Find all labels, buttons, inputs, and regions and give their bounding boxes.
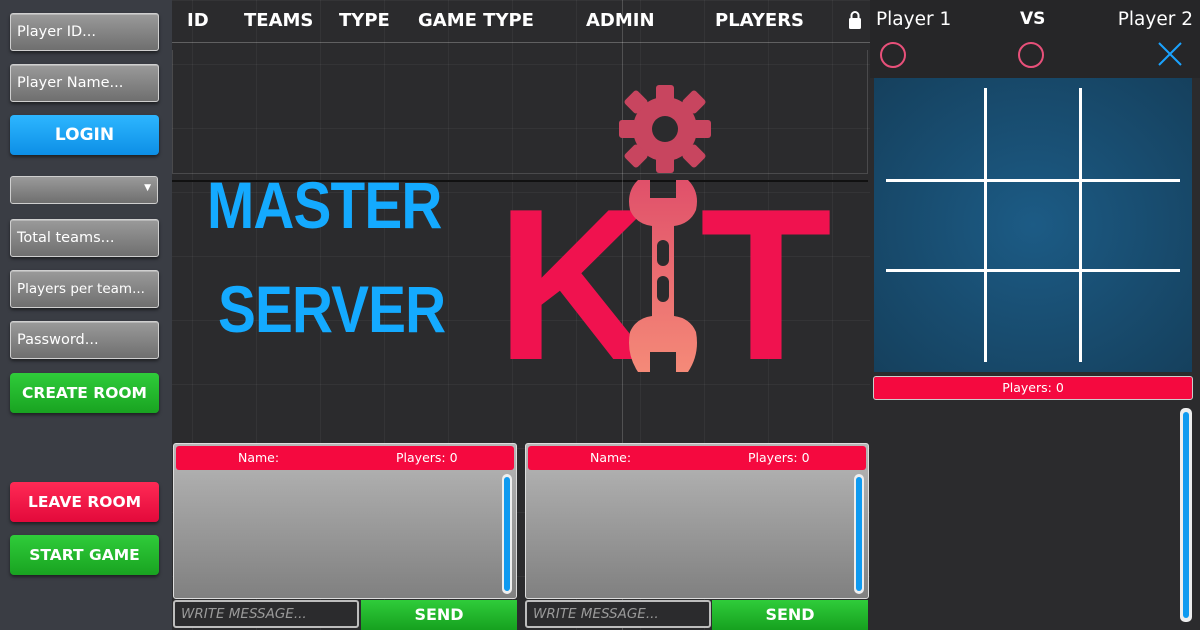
circle-icon	[1018, 42, 1044, 68]
scroll-thumb[interactable]	[504, 477, 510, 591]
column-players[interactable]: PLAYERS	[715, 10, 804, 31]
players-scrollbar[interactable]	[1180, 408, 1192, 622]
chat-panel-1: Name: Players: 0	[173, 443, 517, 599]
scroll-thumb[interactable]	[856, 477, 862, 591]
board-grid-line	[886, 179, 1180, 182]
column-teams[interactable]: TEAMS	[244, 10, 313, 31]
board-grid-line	[984, 88, 987, 362]
column-type[interactable]: TYPE	[339, 10, 390, 31]
logo-kit-letter-t: T	[700, 163, 832, 405]
chat-players-label: Players: 0	[396, 450, 458, 465]
room-type-dropdown[interactable]: ▼	[10, 176, 158, 204]
room-list[interactable]	[172, 50, 868, 174]
vs-label: VS	[1020, 9, 1046, 29]
player1-label: Player 1	[876, 9, 952, 30]
tic-tac-toe-board[interactable]	[874, 78, 1192, 372]
cross-icon[interactable]	[1156, 40, 1184, 68]
message-input-2[interactable]: WRITE MESSAGE...	[525, 600, 711, 628]
player-id-field[interactable]: Player ID...	[10, 13, 159, 51]
game-header: Player 1 VS Player 2	[870, 0, 1200, 78]
chat-name-label: Name:	[238, 450, 280, 465]
chat-players-label: Players: 0	[748, 450, 810, 465]
message-input-1[interactable]: WRITE MESSAGE...	[173, 600, 359, 628]
column-id[interactable]: ID	[187, 10, 209, 31]
total-teams-field[interactable]: Total teams...	[10, 219, 159, 257]
chat-scrollbar[interactable]	[854, 474, 864, 594]
sidebar: Player ID... Player Name... LOGIN ▼ Tota…	[0, 0, 172, 630]
scroll-thumb[interactable]	[1183, 412, 1189, 618]
gear-icon	[619, 85, 711, 173]
room-table-header: ID TEAMS TYPE GAME TYPE ADMIN PLAYERS	[172, 0, 870, 42]
chevron-down-icon: ▼	[144, 183, 151, 193]
column-admin[interactable]: ADMIN	[586, 10, 655, 31]
create-room-button[interactable]: CREATE ROOM	[10, 373, 159, 413]
chat-scrollbar[interactable]	[502, 474, 512, 594]
send-button-2[interactable]: SEND	[712, 600, 868, 630]
start-game-button[interactable]: START GAME	[10, 535, 159, 575]
password-field[interactable]: Password...	[10, 321, 159, 359]
player-name-field[interactable]: Player Name...	[10, 64, 159, 102]
send-button-1[interactable]: SEND	[361, 600, 517, 630]
player2-label: Player 2	[1117, 9, 1193, 30]
players-count-bar: Players: 0	[873, 376, 1193, 400]
chat-name-label: Name:	[590, 450, 632, 465]
chat-panel-2: Name: Players: 0	[525, 443, 869, 599]
column-game-type[interactable]: GAME TYPE	[418, 10, 534, 31]
circle-icon	[880, 42, 906, 68]
players-per-team-field[interactable]: Players per team...	[10, 270, 159, 308]
game-panel: Player 1 VS Player 2 Players: 0	[870, 0, 1200, 630]
board-grid-line	[1079, 88, 1082, 362]
logo-master-text: MASTER	[207, 168, 442, 242]
login-button[interactable]: LOGIN	[10, 115, 159, 155]
lock-icon	[849, 11, 861, 29]
wrench-icon	[629, 180, 697, 372]
chat-header: Name: Players: 0	[528, 446, 866, 470]
leave-room-button[interactable]: LEAVE ROOM	[10, 482, 159, 522]
chat-header: Name: Players: 0	[176, 446, 514, 470]
logo-server-text: SERVER	[218, 272, 446, 346]
board-grid-line	[886, 269, 1180, 272]
table-divider	[172, 42, 870, 50]
